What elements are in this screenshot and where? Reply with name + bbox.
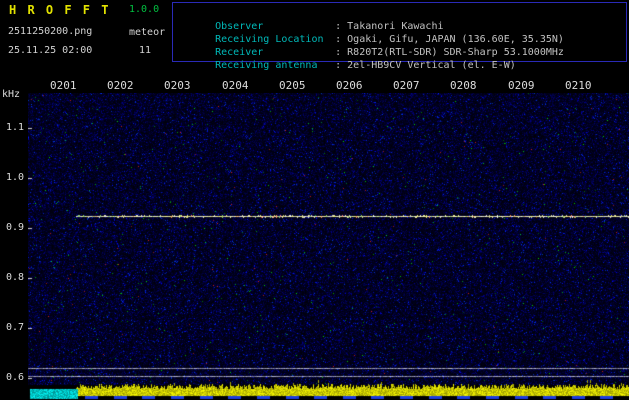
time-tick-label: 0201	[50, 79, 77, 92]
observer-info-box: Observer : Takanori Kawachi Receiving Loc…	[172, 2, 627, 71]
info-label: Observer	[215, 21, 264, 32]
hrofft-window: H R O F F T 1.0.0 2511250200.png meteor …	[0, 0, 629, 400]
time-tick-label: 0210	[565, 79, 592, 92]
time-tick-label: 0202	[107, 79, 134, 92]
time-tick-label: 0208	[450, 79, 477, 92]
time-tick-label: 0205	[279, 79, 306, 92]
echo-count: 11	[139, 45, 152, 56]
freq-tick-label: 0.6	[6, 372, 25, 383]
info-label: Receiving Location	[215, 34, 324, 45]
freq-tick-label: 1.0	[6, 172, 25, 183]
info-value: : Takanori Kawachi	[335, 21, 444, 32]
observation-datetime: 25.11.25 02:00	[8, 45, 93, 56]
info-row-observer: Observer : Takanori Kawachi	[179, 7, 626, 32]
time-tick-label: 0209	[508, 79, 535, 92]
info-value: : R820T2(RTL-SDR) SDR-Sharp 53.1000MHz	[335, 47, 564, 58]
time-tick-label: 0203	[164, 79, 191, 92]
time-tick-label: 0204	[222, 79, 249, 92]
freq-tick-label: 0.9	[6, 222, 25, 233]
app-title: H R O F F T	[9, 3, 111, 17]
freq-tick-label: 1.1	[6, 122, 25, 133]
freq-unit-label: kHz	[2, 89, 21, 100]
info-label: Receiver	[215, 47, 264, 58]
freq-tick-label: 0.7	[6, 322, 25, 333]
mode-label: meteor	[129, 27, 166, 38]
time-tick-label: 0207	[393, 79, 420, 92]
info-label: Receiving antenna	[215, 60, 318, 71]
app-version: 1.0.0	[129, 4, 160, 15]
spectrogram-canvas	[28, 93, 629, 400]
freq-tick-label: 0.8	[6, 272, 25, 283]
output-filename: 2511250200.png	[8, 26, 93, 37]
info-value: : 2el-HB9CV Vertical (el. E-W)	[335, 60, 516, 71]
time-tick-label: 0206	[336, 79, 363, 92]
info-value: : Ogaki, Gifu, JAPAN (136.60E, 35.35N)	[335, 34, 564, 45]
